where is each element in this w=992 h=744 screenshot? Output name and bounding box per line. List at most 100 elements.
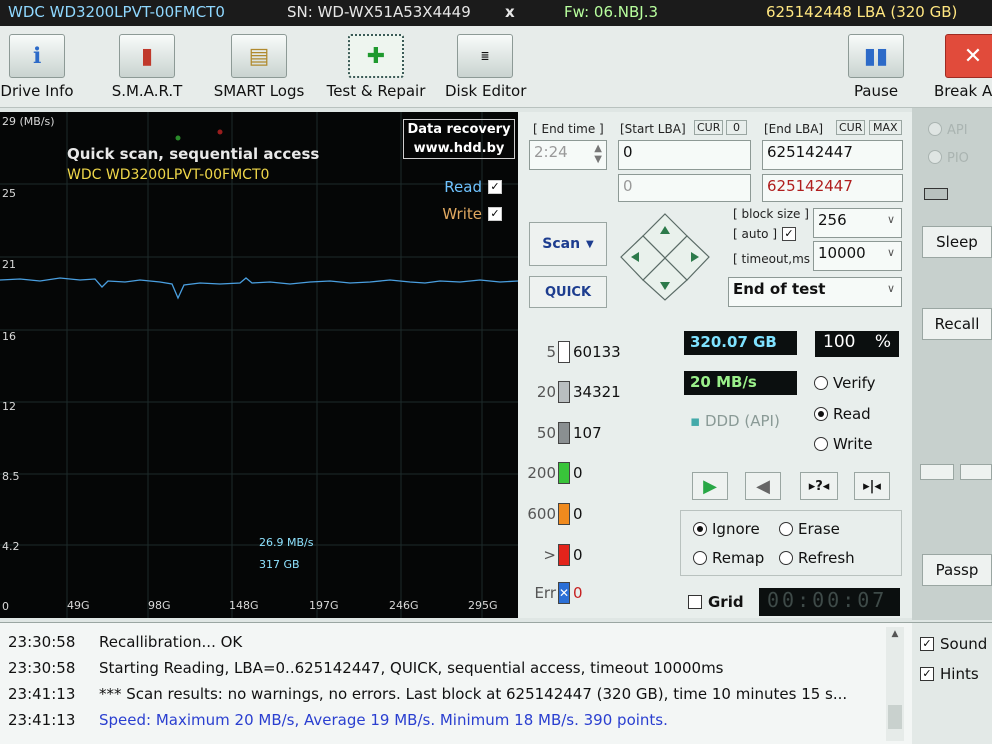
mode-verify-radio[interactable]: Verify [814, 374, 876, 392]
break-all-button[interactable]: ✕ Break All [934, 26, 992, 100]
block-count-50ms: 50 107 [526, 422, 602, 444]
play-backward-button[interactable]: ◀ [745, 472, 781, 500]
random-seek-button[interactable]: ▸?◂ [800, 472, 838, 500]
ddd-api-option[interactable]: ▪ DDD (API) [690, 412, 780, 430]
pause-button[interactable]: ▮▮ Pause [848, 26, 904, 100]
drive-model[interactable]: WDC WD3200LPVT-00FMCT0 [8, 3, 225, 21]
mode-write-label: Write [833, 435, 873, 453]
y-axis-unit: 29 (MB/s) [2, 115, 55, 128]
block-ms: 20 [536, 383, 556, 401]
firmware-version: Fw: 06.NBJ.3 [564, 3, 658, 21]
hints-toggle[interactable]: ✓ Hints [920, 665, 979, 683]
butterfly-button[interactable]: ▸|◂ [854, 472, 890, 500]
block-count: 34321 [573, 383, 621, 401]
speed-readout: 20 MB/s [684, 371, 797, 395]
main-toolbar: ℹ Drive Info ▮ S.M.A.R.T ▤ SMART Logs ✚ … [0, 26, 992, 108]
block-size-select[interactable]: 256 ∨ [813, 208, 902, 238]
block-count: 0 [573, 546, 583, 564]
cur-button[interactable]: CUR [694, 120, 724, 135]
ignore-radio[interactable]: Ignore [693, 520, 760, 538]
options-panel: ✓ Sound ✓ Hints [912, 622, 992, 744]
block-count: 60133 [573, 343, 621, 361]
grid-toggle[interactable]: Grid [688, 593, 744, 611]
erase-radio[interactable]: Erase [779, 520, 840, 538]
legend-read-checkbox[interactable]: ✓ [488, 180, 502, 194]
disk-editor-icon: ≣ [457, 34, 513, 78]
timeout-select[interactable]: 10000 ∨ [813, 241, 902, 271]
end-lba-field-2[interactable]: 625142447 [762, 174, 903, 202]
x-tick: 148G [229, 599, 259, 612]
capacity-done-readout: 320.07 GB [684, 331, 797, 355]
scroll-up-icon[interactable]: ▲ [888, 629, 902, 643]
pio-radio[interactable]: PIO [928, 150, 969, 166]
test-repair-label: Test & Repair [326, 82, 426, 100]
block-count: 107 [573, 424, 602, 442]
hints-checkbox[interactable]: ✓ [920, 667, 934, 681]
block-count-200ms: 200 0 [526, 462, 583, 484]
recovery-line2: www.hdd.by [413, 141, 505, 156]
max-button[interactable]: MAX [869, 120, 902, 135]
sound-toggle[interactable]: ✓ Sound [920, 635, 987, 653]
mode-write-radio[interactable]: Write [814, 435, 873, 453]
smart-logs-button[interactable]: ▤ SMART Logs [211, 26, 307, 100]
event-log[interactable]: 23:30:58 Recallibration... OK 23:30:58 Sta… [0, 622, 912, 744]
legend-read[interactable]: Read ✓ [444, 178, 502, 196]
api-radio[interactable]: API [928, 122, 968, 138]
passp-button[interactable]: Passp [922, 554, 992, 586]
legend-read-label: Read [444, 178, 482, 196]
elapsed-timer: 00:00:07 [759, 588, 900, 616]
wr-button[interactable] [920, 464, 954, 480]
block-swatch [558, 341, 570, 363]
end-time-spinner-icon[interactable]: ▲ ▼ [594, 143, 602, 165]
refresh-label: Refresh [798, 549, 855, 567]
auto-label: [ auto ] [733, 227, 777, 241]
log-entry: 23:41:13 Speed: Maximum 20 MB/s, Average … [8, 711, 668, 729]
block-count-over: > 0 [526, 544, 583, 566]
percent-sign: % [874, 332, 891, 352]
rd-button[interactable] [960, 464, 992, 480]
end-cur-button[interactable]: CUR [836, 120, 866, 135]
mode-read-radio[interactable]: Read [814, 405, 871, 423]
ignore-label: Ignore [712, 520, 760, 538]
block-ms: 5 [546, 343, 556, 361]
grid-checkbox[interactable] [688, 595, 702, 609]
scan-dropdown-button[interactable]: Scan ▼ [529, 222, 607, 266]
remap-radio[interactable]: Remap [693, 549, 764, 567]
percent-value: 100 [823, 332, 856, 352]
api-label: API [947, 123, 968, 138]
disk-editor-button[interactable]: ≣ Disk Editor [445, 26, 526, 100]
sound-checkbox[interactable]: ✓ [920, 637, 934, 651]
end-time-field[interactable]: 2:24 ▲ ▼ [529, 140, 607, 170]
close-drive-button[interactable]: x [505, 3, 515, 21]
drive-info-button[interactable]: ℹ Drive Info [0, 26, 74, 100]
test-repair-button[interactable]: ✚ Test & Repair [324, 26, 428, 100]
start-lba-field[interactable]: 0 [618, 140, 751, 170]
legend-write-checkbox[interactable]: ✓ [488, 207, 502, 221]
x-tick: 246G [389, 599, 419, 612]
log-time: 23:41:13 [8, 711, 76, 729]
end-lba-field[interactable]: 625142447 [762, 140, 903, 170]
refresh-radio[interactable]: Refresh [779, 549, 855, 567]
end-action-select[interactable]: End of test ∨ [728, 277, 902, 307]
end-time-label: [ End time ] [533, 122, 604, 136]
log-entry: 23:41:13 *** Scan results: no warnings, n… [8, 685, 847, 703]
start-lba-field-2[interactable]: 0 [618, 174, 751, 202]
log-scrollbar[interactable]: ▲ [886, 627, 904, 741]
status-dot-red [217, 129, 223, 135]
recall-button[interactable]: Recall [922, 308, 992, 340]
x-tick: 98G [148, 599, 171, 612]
data-recovery-banner[interactable]: Data recovery www.hdd.by [403, 119, 515, 159]
block-ms: 50 [536, 424, 556, 442]
direction-pad[interactable] [619, 212, 711, 302]
timeout-label: [ timeout,ms ] [733, 252, 819, 266]
scroll-thumb[interactable] [888, 705, 902, 729]
legend-write[interactable]: Write ✓ [442, 205, 502, 223]
drive-info-icon: ℹ [9, 34, 65, 78]
smart-button[interactable]: ▮ S.M.A.R.T [104, 26, 190, 100]
quick-button[interactable]: QUICK [529, 276, 607, 308]
play-forward-button[interactable]: ▶ [692, 472, 728, 500]
sleep-button[interactable]: Sleep [922, 226, 992, 258]
log-text: Starting Reading, LBA=0..625142447, QUIC… [99, 659, 724, 677]
scan-label: Scan [542, 236, 581, 252]
auto-block-checkbox[interactable]: ✓ [782, 227, 796, 241]
